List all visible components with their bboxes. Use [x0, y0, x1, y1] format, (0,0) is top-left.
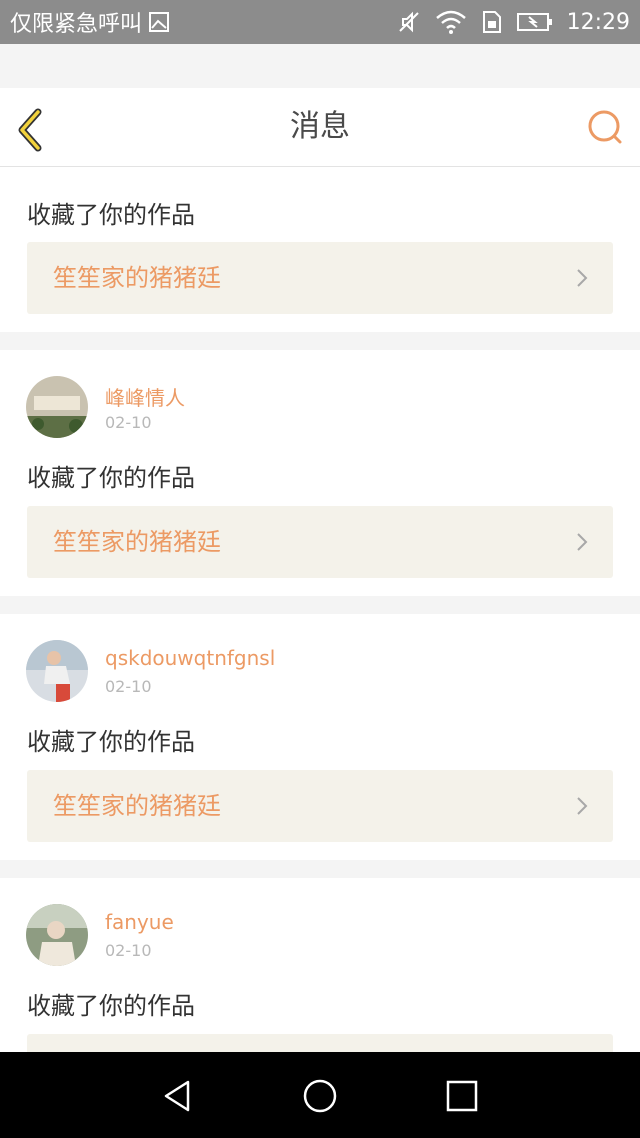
avatar[interactable] [26, 904, 88, 966]
username[interactable]: fanyue [105, 910, 174, 934]
image-icon [148, 11, 170, 33]
recents-square-icon [446, 1080, 478, 1112]
message-list[interactable]: 收藏了你的作品 笙笙家的猪猪廷 峰峰情人 02-10 收藏了你的作品 笙笙家的猪… [0, 167, 640, 1052]
work-link[interactable]: 笙笙家的猪猪廷 [27, 506, 613, 578]
page-title: 消息 [290, 109, 350, 144]
nav-back-button[interactable] [160, 1078, 196, 1114]
work-title: 笙笙家的猪猪廷 [53, 264, 221, 292]
avatar[interactable] [26, 640, 88, 702]
avatar[interactable] [26, 376, 88, 438]
chevron-right-icon [577, 797, 588, 815]
message-item: 收藏了你的作品 笙笙家的猪猪廷 [0, 167, 640, 332]
work-link[interactable]: 笙笙家的猪猪廷 [27, 770, 613, 842]
message-item: fanyue 02-10 收藏了你的作品 [0, 878, 640, 1052]
username[interactable]: 峰峰情人 [105, 382, 185, 411]
action-text: 收藏了你的作品 [27, 728, 195, 756]
nav-home-button[interactable] [302, 1078, 338, 1114]
app-header: 消息 [0, 88, 640, 167]
action-text: 收藏了你的作品 [27, 201, 195, 229]
status-time: 12:29 [566, 9, 630, 35]
chevron-right-icon [577, 533, 588, 551]
username[interactable]: qskdouwqtnfgnsl [105, 646, 275, 670]
chevron-right-icon [577, 269, 588, 287]
carrier-text: 仅限紧急呼叫 [10, 12, 143, 37]
search-button[interactable] [586, 108, 626, 148]
home-circle-icon [303, 1079, 337, 1113]
message-item: qskdouwqtnfgnsl 02-10 收藏了你的作品 笙笙家的猪猪廷 [0, 614, 640, 860]
status-right: 12:29 [397, 0, 630, 44]
nav-recents-button[interactable] [444, 1078, 480, 1114]
message-item: 峰峰情人 02-10 收藏了你的作品 笙笙家的猪猪廷 [0, 350, 640, 596]
work-link[interactable]: 笙笙家的猪猪廷 [27, 242, 613, 314]
message-date: 02-10 [105, 413, 152, 432]
work-link[interactable] [27, 1034, 613, 1052]
action-text: 收藏了你的作品 [27, 992, 195, 1020]
back-triangle-icon [164, 1080, 190, 1112]
status-left: 仅限紧急呼叫 [10, 0, 170, 44]
action-text: 收藏了你的作品 [27, 464, 195, 492]
system-nav-bar [0, 1052, 640, 1138]
battery-icon [516, 11, 553, 33]
work-title: 笙笙家的猪猪廷 [53, 528, 221, 556]
mute-icon [397, 10, 421, 34]
search-icon [588, 110, 622, 144]
message-date: 02-10 [105, 941, 152, 960]
sim-icon [481, 10, 503, 34]
message-date: 02-10 [105, 677, 152, 696]
wifi-icon [435, 10, 467, 34]
work-title: 笙笙家的猪猪廷 [53, 792, 221, 820]
status-bar: 仅限紧急呼叫 12:29 [0, 0, 640, 44]
